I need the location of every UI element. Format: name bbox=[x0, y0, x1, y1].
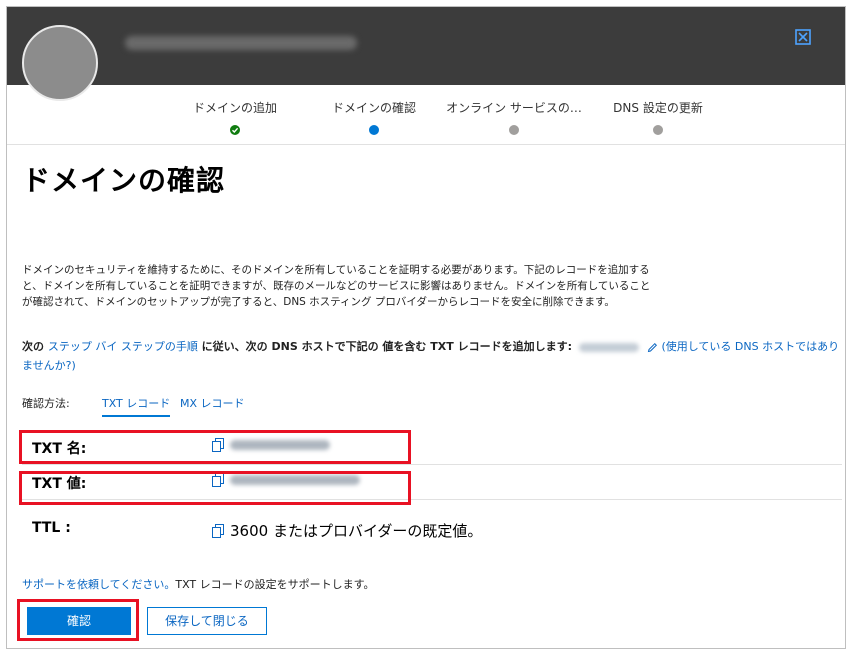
description-text: ドメインのセキュリティを維持するために、そのドメインを所有していることを証明する… bbox=[22, 264, 651, 308]
check-icon bbox=[230, 125, 240, 135]
support-link[interactable]: サポートを依頼してください。 bbox=[22, 578, 175, 591]
step-update-dns: DNS 設定の更新 bbox=[603, 99, 713, 135]
account-name-redacted bbox=[125, 36, 357, 50]
step-label: ドメインの確認 bbox=[331, 101, 416, 115]
tab-mx-record[interactable]: MX レコード bbox=[180, 395, 245, 411]
close-icon[interactable] bbox=[795, 29, 811, 45]
current-step-dot-icon bbox=[369, 125, 379, 135]
instruction-middle: に従い、次の DNS ホストで下記の 値を含む TXT レコードを追加します: bbox=[197, 340, 572, 353]
pencil-icon[interactable] bbox=[647, 342, 658, 353]
step-by-step-link[interactable]: ステップ バイ ステップの手順 bbox=[48, 340, 198, 353]
avatar bbox=[22, 25, 98, 101]
ttl-value: 3600 またはプロバイダーの既定値。 bbox=[212, 520, 482, 541]
step-verify-domain: ドメインの確認 bbox=[322, 99, 426, 135]
tab-txt-record[interactable]: TXT レコード bbox=[102, 395, 171, 417]
ttl-value-text: 3600 またはプロバイダーの既定値。 bbox=[230, 522, 483, 540]
highlight-txt-value bbox=[19, 471, 411, 505]
page-title: ドメインの確認 bbox=[22, 164, 226, 197]
wizard-steps: ドメインの追加 ドメインの確認 オンライン サービスの… DNS 設定の更新 bbox=[7, 99, 845, 149]
copy-icon[interactable] bbox=[212, 523, 224, 538]
divider bbox=[7, 144, 845, 145]
step-label: DNS 設定の更新 bbox=[613, 101, 703, 115]
pending-step-dot-icon bbox=[509, 125, 519, 135]
panel-header bbox=[7, 7, 845, 101]
pending-step-dot-icon bbox=[653, 125, 663, 135]
step-label: ドメインの追加 bbox=[192, 101, 277, 115]
dns-host-redacted bbox=[579, 342, 640, 352]
highlight-txt-name bbox=[19, 430, 411, 464]
verify-domain-panel: ドメインの追加 ドメインの確認 オンライン サービスの… DNS 設定の更新 ド… bbox=[6, 6, 846, 649]
ttl-label: TTL : bbox=[32, 520, 71, 536]
step-add-domain: ドメインの追加 bbox=[183, 99, 287, 135]
instruction-prefix: 次の bbox=[22, 340, 48, 353]
save-close-button[interactable]: 保存して閉じる bbox=[147, 607, 267, 635]
highlight-verify-button bbox=[17, 599, 139, 641]
step-label: オンライン サービスの… bbox=[446, 101, 582, 115]
verification-method-label: 確認方法: bbox=[22, 397, 70, 410]
ttl-row: TTL : 3600 またはプロバイダーの既定値。 bbox=[22, 512, 842, 546]
instruction-text: 次の ステップ バイ ステップの手順 に従い、次の DNS ホストで下記の 値を… bbox=[22, 337, 845, 375]
support-description: TXT レコードの設定をサポートします。 bbox=[175, 578, 375, 591]
step-online-services: オンライン サービスの… bbox=[444, 99, 584, 135]
support-text: サポートを依頼してください。TXT レコードの設定をサポートします。 bbox=[22, 576, 375, 592]
